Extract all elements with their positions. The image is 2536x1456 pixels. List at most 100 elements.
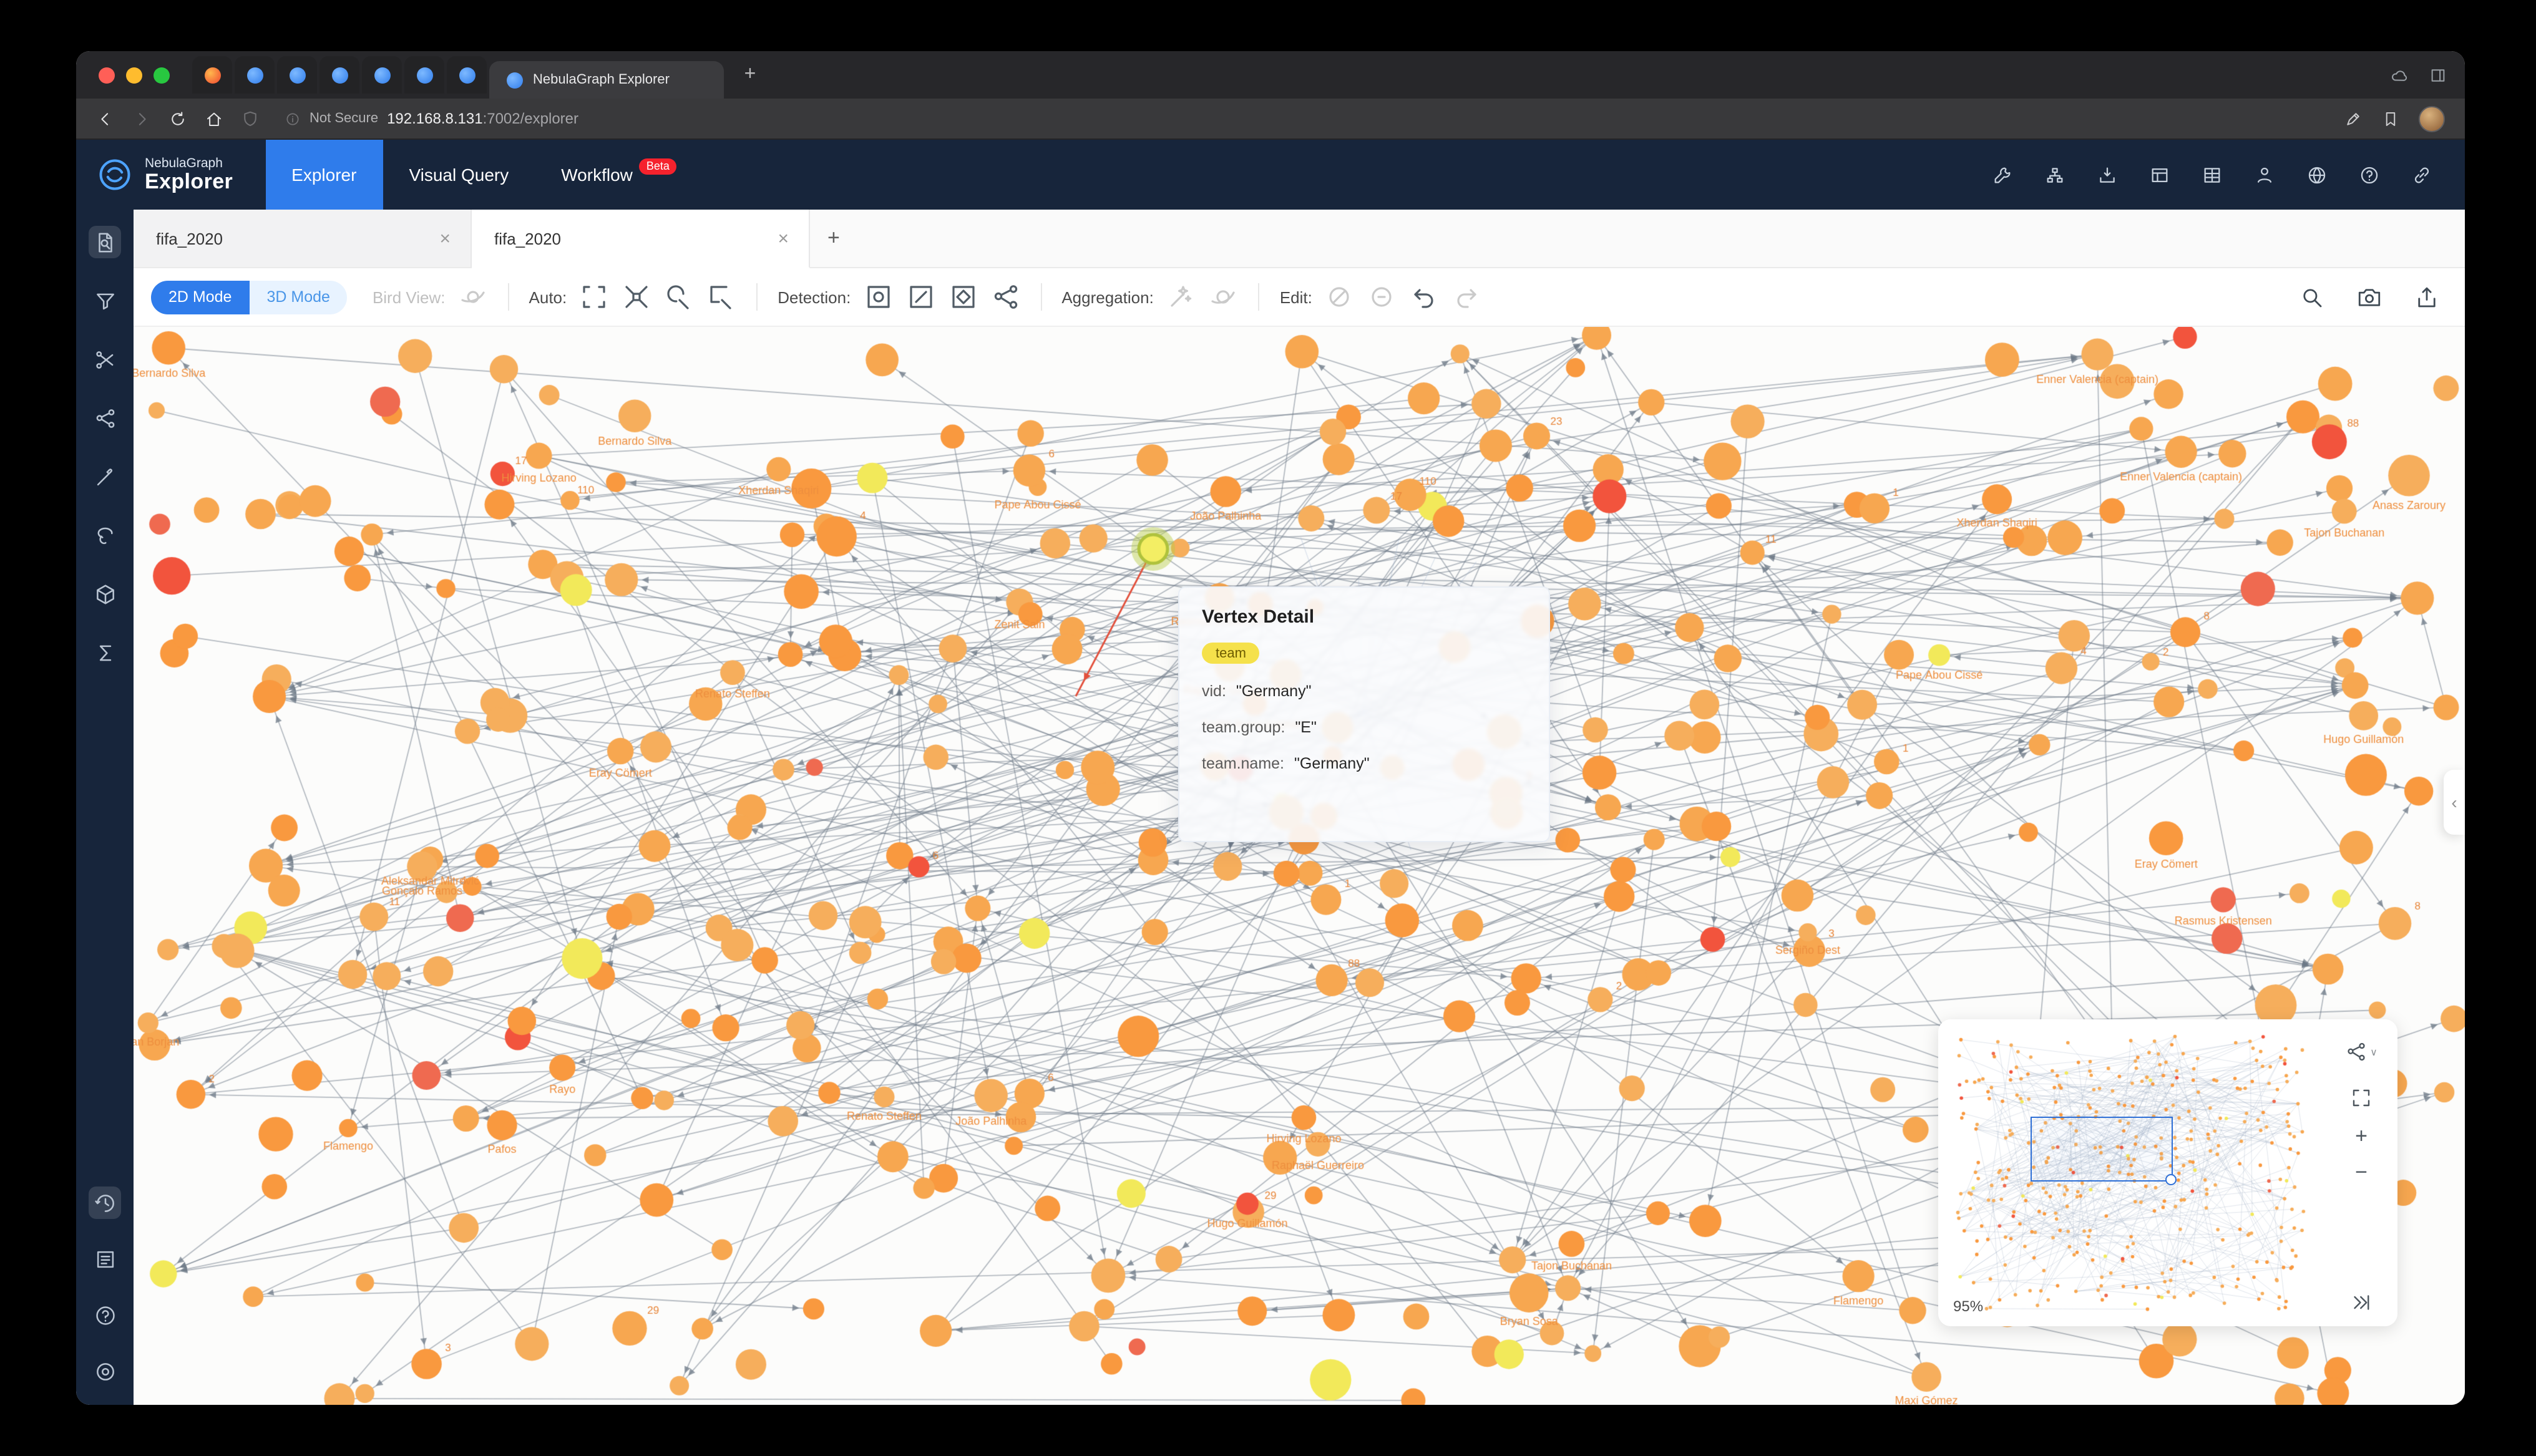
minimize-window-button[interactable]	[126, 67, 142, 83]
reload-button[interactable]	[168, 109, 187, 128]
detection-circle-icon[interactable]	[863, 282, 893, 312]
bird-view-label: Bird View:	[372, 288, 446, 306]
cut-icon[interactable]	[89, 343, 121, 376]
screenshot-stage: NebulaGraph Explorer + Not Secure 192.16…	[0, 0, 2536, 1456]
help-icon[interactable]	[2359, 164, 2380, 185]
relation-icon[interactable]	[89, 402, 121, 434]
cloud-icon[interactable]	[2390, 66, 2409, 84]
highlighter-icon[interactable]	[2344, 109, 2363, 128]
link-icon[interactable]	[2411, 164, 2432, 185]
close-icon[interactable]: ×	[439, 228, 451, 249]
address-bar[interactable]: Not Secure 192.168.8.131:7002/explorer	[285, 110, 578, 127]
minimap-collapse-icon[interactable]	[2350, 1291, 2373, 1314]
close-icon[interactable]: ×	[778, 228, 789, 249]
tab-overview-icon[interactable]	[2429, 66, 2447, 84]
pinned-browser-tab[interactable]	[447, 56, 487, 94]
globe-icon[interactable]	[2306, 164, 2328, 185]
profile-avatar[interactable]	[2419, 105, 2445, 132]
tab-favicon	[246, 67, 263, 83]
shield-icon[interactable]	[241, 109, 260, 128]
pinned-browser-tab[interactable]	[362, 56, 402, 94]
close-window-button[interactable]	[99, 67, 115, 83]
vertex-row-name: team.name: "Germany"	[1202, 755, 1370, 772]
sitemap-icon[interactable]	[2044, 164, 2065, 185]
forward-button[interactable]	[132, 109, 151, 128]
user-icon[interactable]	[2254, 164, 2275, 185]
home-button[interactable]	[205, 109, 223, 128]
logo-bottom-text: Explorer	[145, 169, 233, 193]
export-icon[interactable]	[2414, 284, 2440, 310]
pinned-browser-tab[interactable]	[235, 56, 275, 94]
minimap-viewport-rect[interactable]	[2031, 1117, 2177, 1185]
caret-down-icon[interactable]: ∨	[2370, 1046, 2378, 1057]
nav-item-workflow[interactable]: Workflow Beta	[535, 140, 703, 210]
aggregation-wand-icon[interactable]	[1166, 282, 1196, 312]
edit-ban-icon[interactable]	[1325, 282, 1355, 312]
tab-favicon	[374, 67, 390, 83]
active-browser-tab[interactable]: NebulaGraph Explorer	[489, 61, 724, 99]
pinned-browser-tab[interactable]	[404, 56, 444, 94]
history-icon[interactable]	[89, 1187, 121, 1219]
filter-icon[interactable]	[89, 284, 121, 317]
lasso-icon[interactable]	[89, 519, 121, 551]
zoom-level-label: 95%	[1953, 1298, 1984, 1315]
bookmark-icon[interactable]	[2381, 109, 2400, 128]
list-icon[interactable]	[89, 1243, 121, 1275]
aggregation-planet-icon[interactable]	[1209, 282, 1239, 312]
back-button[interactable]	[96, 109, 115, 128]
screenshot-icon[interactable]	[2356, 284, 2382, 310]
app-nav: Explorer Visual Query Workflow Beta	[265, 140, 703, 210]
vertex-detail-panel: Vertex Detail team vid: "Germany" team.gr…	[1178, 586, 1550, 842]
nav-item-explorer[interactable]: Explorer	[265, 140, 383, 210]
tool-sidebar	[76, 210, 134, 1405]
aggregation-label: Aggregation:	[1061, 288, 1154, 306]
help-icon[interactable]	[89, 1299, 121, 1331]
pinned-browser-tab[interactable]	[192, 56, 232, 94]
auto-fit-view-icon[interactable]	[579, 282, 609, 312]
redo-icon[interactable]	[1452, 282, 1482, 312]
detection-diamond-icon[interactable]	[948, 282, 978, 312]
add-doc-tab-button[interactable]: +	[827, 226, 840, 251]
info-icon[interactable]	[285, 110, 301, 127]
wrench-icon[interactable]	[1992, 164, 2013, 185]
cube-icon[interactable]	[89, 578, 121, 610]
zoom-in-button[interactable]: +	[2355, 1125, 2368, 1147]
search-icon[interactable]	[2299, 284, 2325, 310]
table-icon[interactable]	[2202, 164, 2223, 185]
edit-ban-dot-icon[interactable]	[1367, 282, 1397, 312]
graph-canvas-area[interactable]: Vertex Detail team vid: "Germany" team.gr…	[134, 327, 2465, 1405]
detection-network-icon[interactable]	[990, 282, 1020, 312]
new-tab-button[interactable]: +	[734, 59, 766, 91]
pinned-browser-tab[interactable]	[277, 56, 317, 94]
right-drawer-handle[interactable]: ‹	[2444, 770, 2465, 835]
lasso-circle-icon[interactable]	[664, 282, 694, 312]
lasso-rect-icon[interactable]	[706, 282, 736, 312]
doc-search-icon[interactable]	[89, 226, 121, 258]
mode-3d-button[interactable]: 3D Mode	[249, 280, 348, 314]
vertex-row-vid: vid: "Germany"	[1202, 682, 1312, 700]
minimap-fit-icon[interactable]	[2350, 1087, 2373, 1109]
nav-item-visual-query[interactable]: Visual Query	[383, 140, 535, 210]
doc-tab-fifa-2020-1[interactable]: fifa_2020 ×	[134, 210, 472, 268]
canvas-toolbar: 2D Mode 3D Mode Bird View: Auto: Detecti…	[134, 268, 2465, 327]
pinned-browser-tab[interactable]	[319, 56, 359, 94]
minimap-panel: ∨ + − 95%	[1938, 1019, 2397, 1326]
auto-center-icon[interactable]	[622, 282, 651, 312]
zoom-window-button[interactable]	[154, 67, 170, 83]
minimap-layout-icon[interactable]	[2345, 1041, 2368, 1063]
browser-window: NebulaGraph Explorer + Not Secure 192.16…	[76, 51, 2465, 1405]
doc-tab-fifa-2020-2[interactable]: fifa_2020 ×	[472, 210, 810, 268]
target-icon[interactable]	[89, 1355, 121, 1387]
mode-2d-button[interactable]: 2D Mode	[151, 280, 250, 314]
minimap-viewport-handle[interactable]	[2165, 1174, 2177, 1185]
undo-icon[interactable]	[1410, 282, 1440, 312]
detection-slash-icon[interactable]	[905, 282, 935, 312]
vertex-tag-badge[interactable]: team	[1202, 643, 1260, 664]
sigma-icon[interactable]	[89, 636, 121, 669]
pen-icon[interactable]	[89, 460, 121, 493]
zoom-out-button[interactable]: −	[2355, 1162, 2368, 1183]
tab-favicon	[289, 67, 305, 83]
bird-view-icon[interactable]	[458, 282, 488, 312]
import-icon[interactable]	[2097, 164, 2118, 185]
board-icon[interactable]	[2149, 164, 2170, 185]
